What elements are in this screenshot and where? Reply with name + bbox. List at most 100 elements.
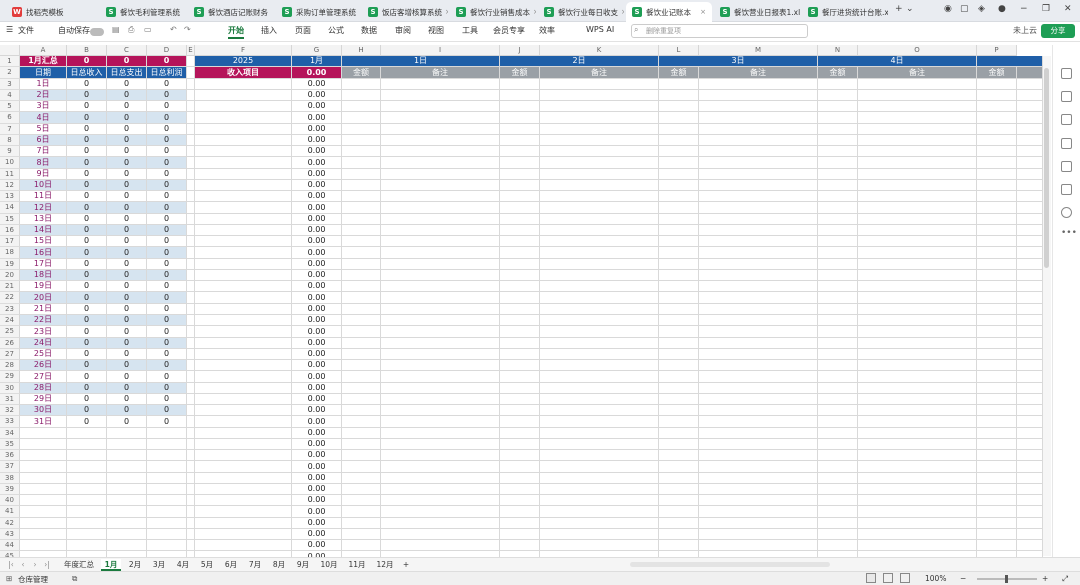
menu-1[interactable]: 插入 <box>261 25 277 36</box>
menu-5[interactable]: 审阅 <box>395 25 411 36</box>
ledger-cell[interactable] <box>342 135 381 146</box>
day-value[interactable]: 0 <box>107 180 147 191</box>
row-header[interactable]: 23 <box>0 304 20 315</box>
empty-cell[interactable] <box>107 450 147 461</box>
skin-icon[interactable]: ◈ <box>978 4 985 14</box>
day-value[interactable]: 0 <box>107 360 147 371</box>
ledger-cell[interactable] <box>858 315 977 326</box>
ledger-cell[interactable] <box>381 236 500 247</box>
ledger-cell[interactable] <box>699 495 818 506</box>
ledger-cell[interactable] <box>699 236 818 247</box>
ledger-cell[interactable] <box>342 428 381 439</box>
empty-cell[interactable] <box>187 428 195 439</box>
day-label[interactable]: 30日 <box>20 405 67 416</box>
ledger-cell[interactable] <box>659 461 699 473</box>
ledger-cell[interactable] <box>540 225 659 236</box>
day-value[interactable]: 0 <box>107 315 147 326</box>
ledger-cell[interactable] <box>858 304 977 315</box>
zoom-in-icon[interactable]: + <box>1042 574 1048 583</box>
empty-cell[interactable] <box>67 506 107 518</box>
day-value[interactable]: 0 <box>147 191 187 202</box>
ledger-cell[interactable] <box>977 473 1017 484</box>
ledger-cell[interactable] <box>342 169 381 180</box>
day-value[interactable]: 0 <box>147 247 187 259</box>
ledger-cell[interactable] <box>699 259 818 270</box>
ledger-cell[interactable] <box>500 529 540 540</box>
income-item[interactable] <box>195 90 292 101</box>
day-value[interactable]: 0 <box>67 225 107 236</box>
ledger-cell[interactable] <box>500 315 540 326</box>
ledger-cell[interactable] <box>858 157 977 169</box>
cloud-status[interactable]: 未上云 <box>1013 25 1037 36</box>
ledger-cell[interactable] <box>1017 214 1043 225</box>
ledger-cell[interactable] <box>858 90 977 101</box>
ledger-cell[interactable] <box>818 315 858 326</box>
empty-cell[interactable] <box>107 529 147 540</box>
spreadsheet-grid[interactable]: A B C D E F G H I J K L M N O P 1 1月汇总 0 0 0 2025 1月 1日 2日 3日 4日 2 日… <box>0 45 1043 557</box>
income-item[interactable] <box>195 124 292 135</box>
day-value[interactable]: 0 <box>147 259 187 270</box>
ledger-cell[interactable] <box>977 90 1017 101</box>
ledger-cell[interactable] <box>818 225 858 236</box>
ledger-cell[interactable] <box>977 518 1017 529</box>
day-value[interactable]: 0 <box>67 349 107 360</box>
ledger-cell[interactable] <box>858 247 977 259</box>
ledger-sub-header[interactable]: 金额 <box>818 67 858 79</box>
income-amount[interactable]: 0.00 <box>292 518 342 529</box>
empty-cell[interactable] <box>107 484 147 495</box>
ledger-cell[interactable] <box>1017 225 1043 236</box>
close-tab-icon[interactable]: × <box>442 8 448 16</box>
day-value[interactable]: 0 <box>147 146 187 157</box>
ledger-cell[interactable] <box>381 349 500 360</box>
row-header[interactable]: 35 <box>0 439 20 450</box>
empty-cell[interactable] <box>187 315 195 326</box>
ledger-cell[interactable] <box>659 405 699 416</box>
day-value[interactable]: 0 <box>147 349 187 360</box>
ledger-cell[interactable] <box>381 124 500 135</box>
ledger-cell[interactable] <box>500 259 540 270</box>
save-icon[interactable]: ▤ <box>112 25 120 34</box>
minimize-icon[interactable]: − <box>1020 4 1028 14</box>
empty-cell[interactable] <box>147 428 187 439</box>
add-sheet-icon[interactable]: + <box>400 559 412 571</box>
day-label[interactable]: 29日 <box>20 394 67 405</box>
menu-0[interactable]: 开始 <box>228 25 244 39</box>
ledger-cell[interactable] <box>342 304 381 315</box>
ledger-cell[interactable] <box>1017 394 1043 405</box>
ledger-cell[interactable] <box>381 394 500 405</box>
day-value[interactable]: 0 <box>67 191 107 202</box>
empty-cell[interactable] <box>147 540 187 551</box>
day-value[interactable]: 0 <box>67 169 107 180</box>
ledger-cell[interactable] <box>818 270 858 281</box>
ledger-cell[interactable] <box>699 79 818 90</box>
ledger-day-header[interactable]: 3日 <box>659 56 818 67</box>
total-income[interactable]: 0 <box>67 56 107 67</box>
empty-cell[interactable] <box>147 518 187 529</box>
empty-cell[interactable] <box>187 529 195 540</box>
ledger-cell[interactable] <box>540 529 659 540</box>
restore-icon[interactable]: ❐ <box>1042 4 1050 14</box>
income-amount[interactable]: 0.00 <box>292 259 342 270</box>
ledger-sub-header[interactable]: 备注 <box>699 67 818 79</box>
ledger-cell[interactable] <box>977 540 1017 551</box>
ledger-cell[interactable] <box>1017 518 1043 529</box>
ledger-cell[interactable] <box>500 473 540 484</box>
ledger-cell[interactable] <box>977 461 1017 473</box>
column-header[interactable]: E <box>187 45 195 56</box>
ledger-cell[interactable] <box>342 450 381 461</box>
ledger-cell[interactable] <box>858 394 977 405</box>
empty-cell[interactable] <box>67 461 107 473</box>
ledger-cell[interactable] <box>381 416 500 428</box>
ledger-cell[interactable] <box>699 473 818 484</box>
day-label[interactable]: 15日 <box>20 236 67 247</box>
income-amount[interactable]: 0.00 <box>292 405 342 416</box>
empty-cell[interactable] <box>187 157 195 169</box>
ledger-cell[interactable] <box>699 292 818 304</box>
empty-cell[interactable] <box>187 405 195 416</box>
empty-cell[interactable] <box>187 169 195 180</box>
row-header[interactable]: 31 <box>0 394 20 405</box>
ledger-cell[interactable] <box>977 281 1017 292</box>
day-value[interactable]: 0 <box>67 214 107 225</box>
ledger-cell[interactable] <box>342 292 381 304</box>
empty-cell[interactable] <box>187 79 195 90</box>
